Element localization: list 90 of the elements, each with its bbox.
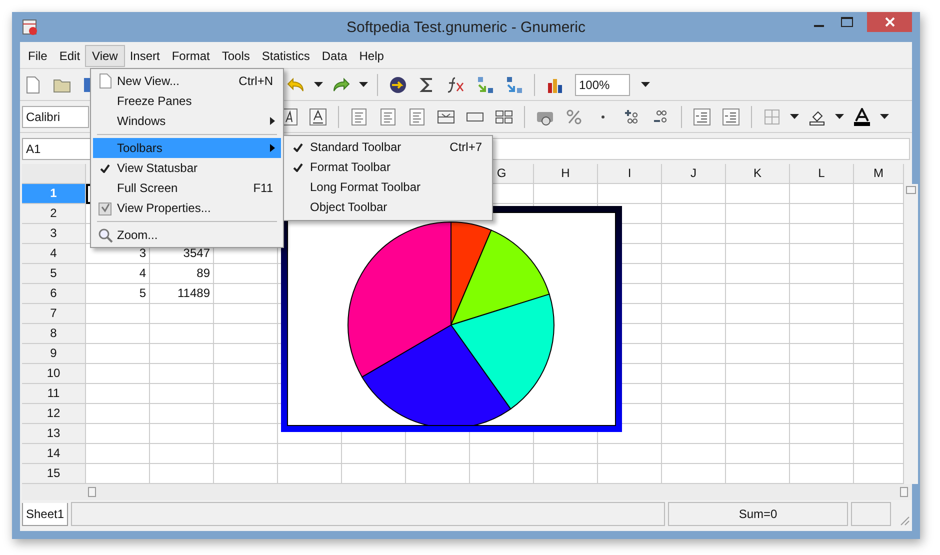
dropdown-arrow-icon[interactable] [641,82,650,87]
row-header[interactable]: 4 [22,244,86,264]
split-handle-icon[interactable] [900,487,908,497]
row-header[interactable]: 15 [22,464,86,484]
menu-item[interactable]: View Properties... [93,198,281,218]
split-handle-icon[interactable] [906,186,916,194]
zoom-icon [98,228,112,242]
submenu-arrow-icon [270,144,275,152]
menu-item[interactable]: Full Screen F11 [93,178,281,198]
table-cell: 4 [86,264,150,284]
align-center-icon[interactable] [379,108,397,126]
column-header[interactable]: J [662,164,726,184]
spreadsheet-icon [22,19,38,35]
menu-item[interactable]: Data [316,46,354,66]
dropdown-arrow-icon[interactable] [880,114,889,119]
row-header[interactable]: 13 [22,424,86,444]
menu-item[interactable]: Edit [53,46,86,66]
menu-item[interactable]: Help [353,46,390,66]
checkmark-icon [293,142,303,152]
new-document-icon[interactable] [24,76,42,94]
table-cell: 5 [86,284,150,304]
undo-icon[interactable] [287,76,305,94]
dropdown-arrow-icon[interactable] [790,114,799,119]
percent-icon[interactable] [565,108,583,126]
align-right-icon[interactable] [408,108,426,126]
document-icon [98,73,112,89]
function-icon[interactable] [447,76,465,94]
split-handle-icon[interactable] [88,487,96,497]
sheet-tab[interactable]: Sheet1 [22,502,68,526]
increase-indent-icon[interactable] [722,108,740,126]
menu-item[interactable]: New View... Ctrl+N [93,71,281,91]
sort-descending-icon[interactable] [505,76,523,94]
menu-item[interactable]: Tools [216,46,256,66]
menu-item[interactable]: File [22,46,54,66]
row-header[interactable]: 9 [22,344,86,364]
zoom-field[interactable]: 100% [575,74,630,96]
column-header[interactable]: I [598,164,662,184]
dropdown-arrow-icon[interactable] [359,82,368,87]
row-header[interactable]: 7 [22,304,86,324]
menu-item[interactable]: Format [166,46,216,66]
menu-item[interactable]: View [86,46,124,66]
menu-item[interactable]: Insert [124,46,166,66]
menu-item[interactable]: View Statusbar [93,158,281,178]
row-header[interactable]: 8 [22,324,86,344]
row-header[interactable]: 12 [22,404,86,424]
resize-grip-icon[interactable] [898,514,910,526]
close-icon [884,17,894,27]
checkmark-icon [293,162,303,172]
redo-icon[interactable] [332,76,350,94]
globe-icon[interactable] [389,76,407,94]
row-header[interactable]: 3 [22,224,86,244]
align-left-icon[interactable] [350,108,368,126]
menu-item[interactable]: Toolbars [93,138,281,158]
column-header[interactable]: K [726,164,790,184]
status-field [851,502,892,526]
menu-item[interactable]: Zoom... [93,225,281,245]
row-header[interactable]: 5 [22,264,86,284]
decrease-indent-icon[interactable] [693,108,711,126]
table-cell: 89 [150,264,214,284]
dropdown-arrow-icon[interactable] [314,82,323,87]
dropdown-arrow-icon[interactable] [835,114,844,119]
row-header[interactable]: 6 [22,284,86,304]
menu-item[interactable]: Object Toolbar [286,197,490,217]
submenu-arrow-icon [270,117,275,125]
font-color-icon[interactable] [853,108,871,126]
cell-name-field[interactable]: A1 [22,138,91,160]
underline-icon[interactable] [309,108,327,126]
window-title: Softpedia Test.gnumeric - Gnumeric [346,18,586,36]
column-header[interactable]: H [534,164,598,184]
table-cell: 11489 [150,284,214,304]
checkmark-icon [100,164,110,172]
close-button[interactable] [867,12,912,32]
row-header[interactable]: 14 [22,444,86,464]
menu-item[interactable]: Statistics [256,46,316,66]
minimize-icon [814,25,824,27]
properties-icon [98,200,112,216]
menu-item[interactable]: Windows [93,111,281,131]
row-header[interactable]: 2 [22,204,86,224]
row-header[interactable]: 10 [22,364,86,384]
font-name-field[interactable]: Calibri [22,106,89,128]
maximize-icon [841,17,853,27]
merge-cells-icon[interactable] [437,108,455,126]
sort-ascending-icon[interactable] [476,76,494,94]
column-header[interactable]: L [790,164,854,184]
sum-field: Sum=0 [668,502,848,526]
menu-item[interactable]: Standard Toolbar Ctrl+7 [286,137,490,157]
menu-item[interactable]: Freeze Panes [93,91,281,111]
row-header[interactable]: 11 [22,384,86,404]
column-header[interactable]: M [854,164,904,184]
split-cells-icon[interactable] [495,108,513,126]
